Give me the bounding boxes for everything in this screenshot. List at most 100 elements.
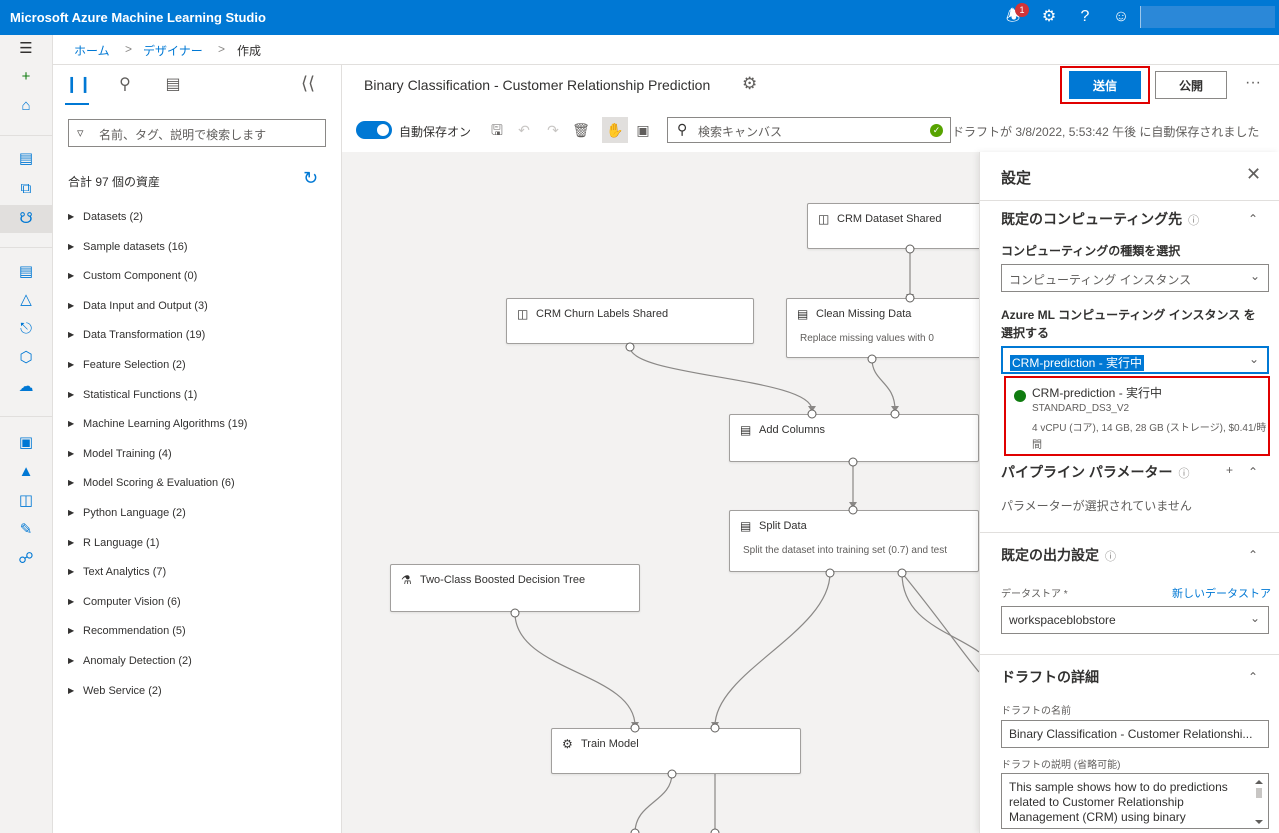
compute-type-dropdown[interactable]: コンピューティング インスタンス ⌄ bbox=[1001, 264, 1269, 292]
notification-badge: 1 bbox=[1015, 3, 1029, 17]
smiley-icon[interactable]: ☺ bbox=[1111, 7, 1131, 27]
endpoints-icon[interactable]: ☁ bbox=[14, 376, 38, 398]
chevron-up-icon[interactable]: ⌃ bbox=[1248, 670, 1258, 684]
pipeline-settings-gear-icon[interactable]: ⚙ bbox=[742, 74, 757, 94]
asset-category[interactable]: Machine Learning Algorithms (19) bbox=[66, 412, 336, 442]
search-icon: ⚲ bbox=[677, 121, 688, 137]
node-two-class[interactable]: ⚗ Two-Class Boosted Decision Tree bbox=[390, 564, 640, 612]
breadcrumb-designer[interactable]: デザイナー bbox=[143, 42, 203, 59]
new-datastore-link[interactable]: 新しいデータストア bbox=[1172, 585, 1271, 601]
datastore-dropdown[interactable]: workspaceblobstore ⌄ bbox=[1001, 606, 1269, 634]
close-icon[interactable]: ✕ bbox=[1246, 164, 1261, 185]
data-icon[interactable]: ▤ bbox=[14, 261, 38, 283]
compute-instance-option[interactable]: CRM-prediction - 実行中 STANDARD_DS3_V2 4 v… bbox=[1004, 376, 1270, 456]
module-icon: ▤ bbox=[740, 519, 752, 533]
undo-icon[interactable]: ↶ bbox=[513, 119, 535, 141]
asset-category[interactable]: Custom Component (0) bbox=[66, 264, 336, 294]
draft-description-textarea[interactable]: This sample shows how to do predictions … bbox=[1001, 773, 1269, 829]
asset-category[interactable]: Model Training (4) bbox=[66, 442, 336, 472]
notebook-icon[interactable]: ▤ bbox=[14, 148, 38, 170]
asset-category[interactable]: Feature Selection (2) bbox=[66, 353, 336, 383]
info-icon[interactable]: ⓘ bbox=[1105, 551, 1116, 563]
save-icon[interactable]: 🖫 bbox=[486, 119, 508, 141]
node-crm-churn[interactable]: ◫ CRM Churn Labels Shared bbox=[506, 298, 754, 344]
hand-icon[interactable]: ✋ bbox=[604, 119, 626, 141]
asset-category[interactable]: Data Input and Output (3) bbox=[66, 294, 336, 324]
autosave-toggle[interactable] bbox=[356, 121, 392, 139]
draft-name-input[interactable]: Binary Classification - Customer Relatio… bbox=[1001, 720, 1269, 748]
asset-category[interactable]: Computer Vision (6) bbox=[66, 590, 336, 620]
linked-services-icon[interactable]: ☍ bbox=[14, 548, 38, 570]
chevron-up-icon[interactable]: ⌃ bbox=[1248, 212, 1258, 226]
asset-search-input[interactable]: ▿ 名前、タグ、説明で検索します bbox=[68, 119, 326, 147]
chevron-up-icon[interactable]: ⌃ bbox=[1248, 465, 1258, 479]
draft-section-title: ドラフトの詳細 bbox=[1001, 669, 1099, 685]
asset-category[interactable]: Statistical Functions (1) bbox=[66, 383, 336, 413]
pipeline-canvas[interactable]: ◫ CRM Dataset Shared ◫ CRM Churn Labels … bbox=[342, 152, 979, 833]
asset-category[interactable]: Datasets (2) bbox=[66, 205, 336, 235]
datastores-icon[interactable]: ◫ bbox=[14, 490, 38, 512]
document-icon[interactable]: ▤ bbox=[161, 74, 185, 96]
asset-category[interactable]: Sample datasets (16) bbox=[66, 235, 336, 265]
asset-category[interactable]: Data Transformation (19) bbox=[66, 323, 336, 353]
node-train-model[interactable]: ⚙ Train Model bbox=[551, 728, 801, 774]
models-icon[interactable]: ⬡ bbox=[14, 347, 38, 369]
add-parameter-icon[interactable]: + bbox=[1226, 463, 1233, 477]
collapse-panel-icon[interactable]: ⟨⟨ bbox=[301, 73, 315, 94]
pipelines-icon[interactable]: ⎋ bbox=[14, 318, 38, 340]
app-title[interactable]: Microsoft Azure Machine Learning Studio bbox=[10, 10, 266, 25]
home-icon[interactable]: ⌂ bbox=[14, 95, 38, 117]
environments-icon[interactable]: ▲ bbox=[14, 461, 38, 483]
help-icon[interactable]: ? bbox=[1075, 7, 1095, 27]
chevron-up-icon[interactable]: ⌃ bbox=[1248, 548, 1258, 562]
asset-category[interactable]: Web Service (2) bbox=[66, 679, 336, 709]
compute-icon[interactable]: ▣ bbox=[14, 432, 38, 454]
node-add-columns[interactable]: ▤ Add Columns bbox=[729, 414, 979, 462]
node-clean-missing[interactable]: ▤ Clean Missing Data Replace missing val… bbox=[786, 298, 979, 358]
delete-icon[interactable]: 🗑 bbox=[570, 119, 592, 141]
output-section-title: 既定の出力設定 bbox=[1001, 547, 1099, 563]
draft-section-heading[interactable]: ドラフトの詳細 bbox=[1001, 667, 1099, 687]
asset-category[interactable]: Python Language (2) bbox=[66, 501, 336, 531]
search-icon[interactable]: ⚲ bbox=[113, 74, 137, 96]
chevron-down-icon: ⌄ bbox=[1249, 269, 1260, 283]
toggle-knob bbox=[377, 124, 389, 136]
draft-autosave-status: ドラフトが 3/8/2022, 5:53:42 午後 に自動保存されました bbox=[952, 125, 1260, 139]
asset-category[interactable]: Text Analytics (7) bbox=[66, 560, 336, 590]
nav-divider bbox=[0, 416, 53, 417]
submit-button[interactable]: 送信 bbox=[1069, 71, 1141, 99]
asset-category[interactable]: Recommendation (5) bbox=[66, 619, 336, 649]
settings-panel: 設定 ✕ 既定のコンピューティング先 ⓘ ⌃ コンピューティングの種類を選択 コン… bbox=[979, 152, 1279, 833]
asset-category[interactable]: R Language (1) bbox=[66, 531, 336, 561]
automl-icon[interactable]: ⧉ bbox=[14, 178, 38, 200]
refresh-icon[interactable]: ↻ bbox=[303, 168, 318, 189]
account-area[interactable] bbox=[1140, 6, 1275, 28]
library-icon[interactable]: ❙❙ bbox=[65, 74, 92, 96]
asset-category[interactable]: Anomaly Detection (2) bbox=[66, 649, 336, 679]
hamburger-icon[interactable]: ☰ bbox=[14, 38, 38, 60]
asset-category[interactable]: Model Scoring & Evaluation (6) bbox=[66, 471, 336, 501]
divider bbox=[980, 654, 1279, 655]
node-split-data[interactable]: ▤ Split Data Split the dataset into trai… bbox=[729, 510, 979, 572]
canvas-search-input[interactable]: ⚲ 検索キャンバス ✓ bbox=[667, 117, 951, 143]
breadcrumb-home[interactable]: ホーム bbox=[74, 42, 110, 59]
designer-icon[interactable]: ☋ bbox=[14, 208, 38, 230]
more-options-icon[interactable]: ··· bbox=[1245, 74, 1261, 92]
compute-section-heading[interactable]: 既定のコンピューティング先 ⓘ bbox=[1001, 209, 1199, 229]
output-section-heading[interactable]: 既定の出力設定 ⓘ bbox=[1001, 545, 1116, 565]
experiments-icon[interactable]: △ bbox=[14, 289, 38, 311]
params-section-heading[interactable]: パイプライン パラメーター ⓘ bbox=[1001, 462, 1189, 482]
compute-type-label: コンピューティングの種類を選択 bbox=[1001, 244, 1181, 258]
textarea-scrollbar[interactable] bbox=[1253, 778, 1265, 826]
select-icon[interactable]: ▣ bbox=[632, 119, 654, 141]
info-icon[interactable]: ⓘ bbox=[1188, 215, 1199, 227]
compute-instance-dropdown[interactable]: CRM-prediction - 実行中 ⌄ bbox=[1001, 346, 1269, 374]
plus-icon[interactable]: + bbox=[14, 66, 38, 88]
node-crm-dataset[interactable]: ◫ CRM Dataset Shared bbox=[807, 203, 979, 249]
labeling-icon[interactable]: ✎ bbox=[14, 519, 38, 541]
publish-button[interactable]: 公開 bbox=[1155, 71, 1227, 99]
gear-icon[interactable]: ⚙ bbox=[1039, 7, 1059, 27]
redo-icon[interactable]: ↷ bbox=[542, 119, 564, 141]
info-icon[interactable]: ⓘ bbox=[1178, 468, 1189, 480]
params-section-title: パイプライン パラメーター bbox=[1001, 464, 1173, 480]
